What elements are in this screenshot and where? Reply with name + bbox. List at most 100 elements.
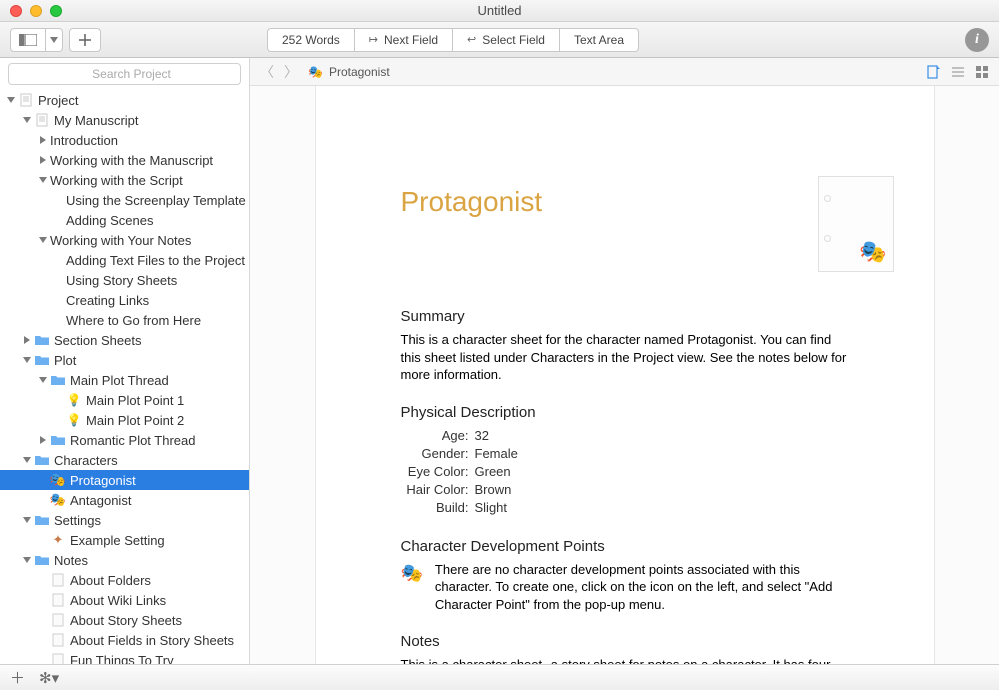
tree-label: Working with the Manuscript: [50, 153, 213, 168]
word-count[interactable]: 252 Words: [267, 28, 355, 52]
element-type-label: Text Area: [574, 33, 624, 47]
view-document-icon[interactable]: [927, 65, 941, 79]
tree-label: Adding Text Files to the Project: [66, 253, 245, 268]
physical-row[interactable]: Eye Color: Green: [401, 463, 849, 481]
notes-intro[interactable]: This is a character sheet--a story sheet…: [401, 656, 849, 664]
toolbar: 252 Words ↦Next Field ↩Select Field Text…: [0, 22, 999, 58]
breadcrumb[interactable]: 🎭 Protagonist: [308, 65, 390, 79]
tree-label: Romantic Plot Thread: [70, 433, 196, 448]
physical-row[interactable]: Hair Color:Brown: [401, 481, 849, 499]
character-icon: 🎭: [50, 472, 66, 488]
view-outline-icon[interactable]: [951, 65, 965, 79]
physical-row[interactable]: Build:Slight: [401, 499, 849, 517]
phys-label: Eye Color:: [401, 463, 469, 481]
tree-row[interactable]: About Folders: [0, 570, 249, 590]
action-menu-button[interactable]: ✻▾: [39, 669, 59, 687]
tree-label: Main Plot Thread: [70, 373, 169, 388]
physical-row[interactable]: Gender:Female: [401, 445, 849, 463]
tree-row[interactable]: About Story Sheets: [0, 610, 249, 630]
notes-heading: Notes: [401, 633, 849, 650]
nav-forward[interactable]: 〉: [284, 62, 298, 82]
tree-label: Using Story Sheets: [66, 273, 177, 288]
tree-row[interactable]: Section Sheets: [0, 330, 249, 350]
tree-row[interactable]: 💡Main Plot Point 1: [0, 390, 249, 410]
mask-icon: 🎭: [308, 65, 323, 79]
tree-label: Section Sheets: [54, 333, 141, 348]
dev-mask-icon[interactable]: 🎭: [401, 563, 423, 584]
phys-label: Age:: [401, 427, 469, 445]
masks-icon: 🎭: [859, 239, 886, 265]
tab-arrow-icon: ↦: [369, 33, 378, 46]
tree-row[interactable]: Using the Screenplay Template: [0, 190, 249, 210]
tree-row[interactable]: 💡Main Plot Point 2: [0, 410, 249, 430]
main-area: 〈 〉 🎭 Protagonist Protagonist 🎭 Summary …: [250, 58, 999, 664]
next-field-button[interactable]: ↦Next Field: [355, 28, 453, 52]
phys-value: Green: [475, 463, 511, 481]
tree-label: Main Plot Point 1: [86, 393, 184, 408]
project-tree[interactable]: ProjectMy Manuscript Introduction Working …: [0, 90, 249, 664]
window-title: Untitled: [0, 3, 999, 18]
tree-label: Creating Links: [66, 293, 149, 308]
tree-row[interactable]: 🎭 Antagonist: [0, 490, 249, 510]
tree-row[interactable]: Project: [0, 90, 249, 110]
tree-row[interactable]: Creating Links: [0, 290, 249, 310]
tree-row[interactable]: Settings: [0, 510, 249, 530]
tree-row[interactable]: Using Story Sheets: [0, 270, 249, 290]
element-type[interactable]: Text Area: [560, 28, 639, 52]
folder-icon: [34, 332, 50, 348]
tree-row[interactable]: Notes: [0, 550, 249, 570]
tree-row[interactable]: My Manuscript: [0, 110, 249, 130]
select-field-button[interactable]: ↩Select Field: [453, 28, 560, 52]
select-field-label: Select Field: [482, 33, 545, 47]
project-icon: [18, 92, 34, 108]
tree-row[interactable]: Introduction: [0, 130, 249, 150]
tree-label: Introduction: [50, 133, 118, 148]
tree-label: Antagonist: [70, 493, 131, 508]
tree-row[interactable]: About Fields in Story Sheets: [0, 630, 249, 650]
titlebar: Untitled: [0, 0, 999, 22]
nav-back[interactable]: 〈: [260, 62, 274, 82]
add-button[interactable]: [69, 28, 101, 52]
editor[interactable]: Protagonist 🎭 Summary This is a characte…: [250, 86, 999, 664]
tree-row[interactable]: Working with the Manuscript: [0, 150, 249, 170]
tree-row[interactable]: Working with Your Notes: [0, 230, 249, 250]
summary-text[interactable]: This is a character sheet for the charac…: [401, 331, 849, 384]
page-icon: [50, 572, 66, 588]
tree-label: About Wiki Links: [70, 593, 166, 608]
info-button[interactable]: i: [965, 28, 989, 52]
tree-row[interactable]: 🎭Protagonist: [0, 470, 249, 490]
tree-row[interactable]: Adding Scenes: [0, 210, 249, 230]
tree-label: Example Setting: [70, 533, 165, 548]
view-layout-dropdown[interactable]: [46, 28, 63, 52]
tree-label: Notes: [54, 553, 88, 568]
sheet-thumbnail[interactable]: 🎭: [818, 176, 894, 272]
tree-row[interactable]: Plot: [0, 350, 249, 370]
manuscript-icon: [34, 112, 50, 128]
tree-label: Using the Screenplay Template: [66, 193, 246, 208]
view-grid-icon[interactable]: [975, 65, 989, 79]
view-layout-button[interactable]: [10, 28, 46, 52]
tree-label: Plot: [54, 353, 76, 368]
page-icon: [50, 652, 66, 664]
toolbar-center: 252 Words ↦Next Field ↩Select Field Text…: [267, 28, 639, 52]
tree-row[interactable]: Where to Go from Here: [0, 310, 249, 330]
tree-row[interactable]: Characters: [0, 450, 249, 470]
folder-icon: [50, 432, 66, 448]
tree-row[interactable]: Working with the Script: [0, 170, 249, 190]
tree-row[interactable]: Main Plot Thread: [0, 370, 249, 390]
tree-label: Settings: [54, 513, 101, 528]
physical-row[interactable]: Age:32: [401, 427, 849, 445]
folder-icon: [34, 512, 50, 528]
tree-row[interactable]: Romantic Plot Thread: [0, 430, 249, 450]
add-item-button[interactable]: ＋: [10, 667, 25, 688]
search-input[interactable]: [8, 63, 241, 85]
tree-row[interactable]: About Wiki Links: [0, 590, 249, 610]
tree-row[interactable]: Fun Things To Try: [0, 650, 249, 664]
tree-label: Fun Things To Try: [70, 653, 174, 665]
phys-value: Brown: [475, 481, 512, 499]
tree-row[interactable]: Adding Text Files to the Project: [0, 250, 249, 270]
tree-row[interactable]: ✦Example Setting: [0, 530, 249, 550]
breadcrumb-label: Protagonist: [329, 65, 390, 79]
character-icon: 🎭: [50, 492, 66, 508]
tree-label: About Folders: [70, 573, 151, 588]
